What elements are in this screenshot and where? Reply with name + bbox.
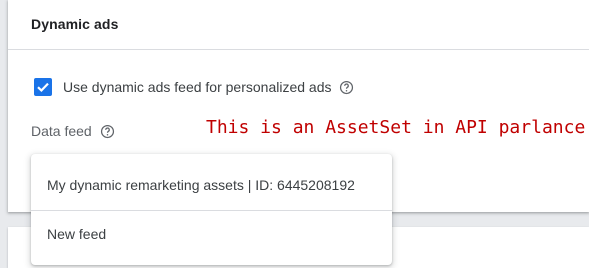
dynamic-ads-feed-label: Use dynamic ads feed for personalized ad… [63, 79, 332, 95]
help-circle-icon[interactable] [339, 80, 354, 95]
checkmark-icon [37, 82, 49, 93]
card-title: Dynamic ads [31, 16, 119, 32]
menu-item-new-feed[interactable]: New feed [31, 211, 392, 259]
card-header: Dynamic ads [8, 0, 589, 50]
menu-item-label: My dynamic remarketing assets | ID: 6445… [47, 177, 355, 193]
menu-item-label: New feed [47, 226, 107, 242]
annotation-text: This is an AssetSet in API parlance [206, 117, 586, 138]
data-feed-label: Data feed [31, 123, 92, 139]
help-circle-icon[interactable] [100, 124, 115, 139]
data-feed-dropdown-menu: My dynamic remarketing assets | ID: 6445… [31, 154, 392, 265]
menu-item-remarketing-assets[interactable]: My dynamic remarketing assets | ID: 6445… [31, 162, 392, 210]
dynamic-ads-feed-checkbox[interactable] [34, 78, 52, 96]
